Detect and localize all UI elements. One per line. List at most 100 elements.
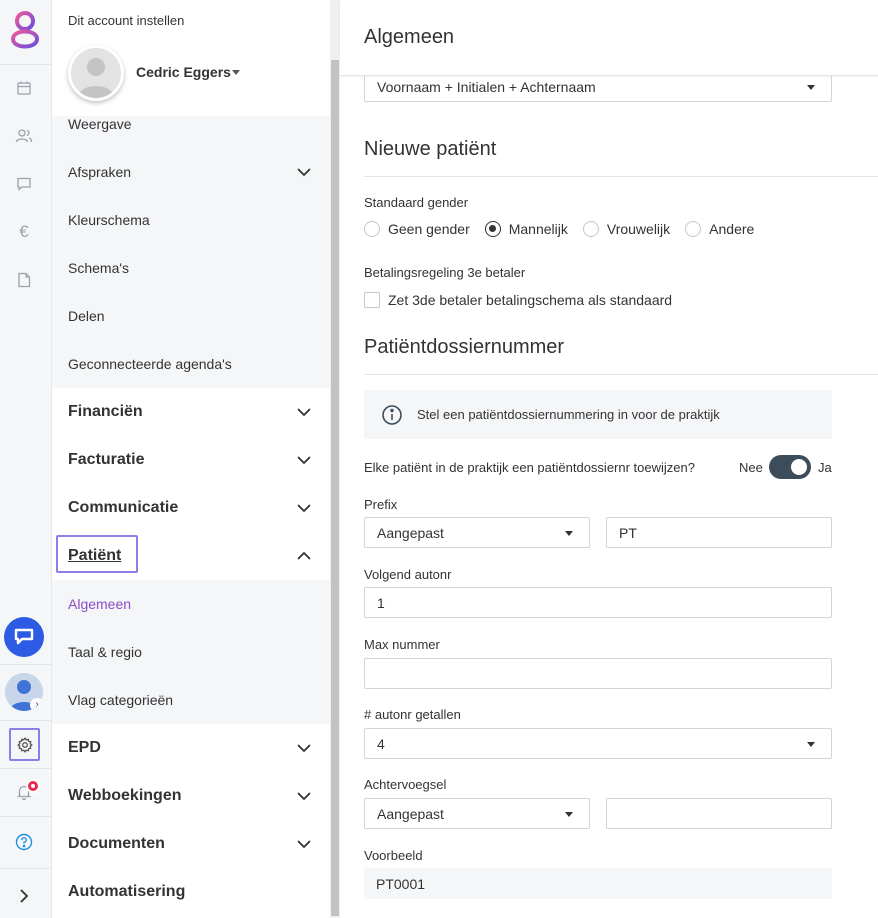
menu-item-delen[interactable]: Delen (52, 292, 330, 340)
suffix-type-select[interactable]: Aangepast (364, 798, 590, 829)
profile-avatar[interactable] (68, 45, 124, 101)
menu-item-vlag-categorieen[interactable]: Vlag categorieën (52, 676, 330, 724)
document-icon[interactable] (12, 268, 36, 292)
users-icon[interactable] (12, 124, 36, 148)
chevron-down-icon (297, 456, 311, 465)
menu-item-taal-regio[interactable]: Taal & regio (52, 628, 330, 676)
section-title-dossier: Patiëntdossiernummer (364, 336, 565, 358)
chevron-down-icon (297, 744, 311, 753)
gender-radio-group: Geen gender Mannelijk Vrouwelijk Andere (364, 221, 769, 237)
payment-label: Betalingsregeling 3e betaler (364, 265, 526, 280)
account-header: Dit account instellen Cedric Eggers (52, 0, 330, 116)
caret-down-icon (565, 812, 573, 817)
gear-icon (16, 736, 33, 753)
chat-icon[interactable] (12, 172, 36, 196)
info-text: Stel een patiëntdossiernummering in voor… (417, 407, 720, 422)
app-logo[interactable] (8, 9, 42, 51)
prefix-type-select[interactable]: Aangepast (364, 517, 590, 548)
menu-scrollbar[interactable] (330, 0, 340, 918)
menu-item-label: Documenten (68, 835, 165, 852)
chevron-down-icon (297, 408, 311, 417)
help-icon[interactable] (12, 830, 36, 854)
example-value: PT0001 (364, 868, 832, 899)
menu-item-label: Delen (68, 308, 105, 324)
third-payer-checkbox[interactable]: Zet 3de betaler betalingschema als stand… (364, 292, 672, 308)
next-number-label: Volgend autonr (364, 567, 452, 582)
caret-down-icon (807, 85, 815, 90)
calendar-icon[interactable] (12, 76, 36, 100)
menu-item-communicatie[interactable]: Communicatie (52, 484, 330, 532)
menu-item-epd[interactable]: EPD (52, 724, 330, 772)
chevron-down-icon (297, 168, 311, 177)
info-icon (382, 404, 402, 425)
menu-item-facturatie[interactable]: Facturatie (52, 436, 330, 484)
gender-label: Standaard gender (364, 195, 469, 210)
toggle-off-label: Nee (739, 460, 763, 475)
chevron-down-icon (297, 504, 311, 513)
settings-menu: Weergave Afspraken Kleurschema Schema's Dele… (52, 0, 330, 918)
account-settings-label: Dit account instellen (68, 13, 185, 28)
name-format-select[interactable]: Voornaam + Initialen + Achternaam (364, 72, 832, 102)
menu-item-geconnecteerde-agenda-s[interactable]: Geconnecteerde agenda's (52, 340, 330, 388)
menu-item-afspraken[interactable]: Afspraken (52, 148, 330, 196)
caret-down-icon (807, 742, 815, 747)
menu-item-label: Taal & regio (68, 644, 142, 660)
chevron-down-icon (297, 792, 311, 801)
main-content: Algemeen Voornaam + Initialen + Achterna… (340, 0, 878, 918)
suffix-input[interactable] (606, 798, 832, 829)
digits-select[interactable]: 4 (364, 728, 832, 759)
menu-item-automatisering[interactable]: Automatisering (52, 868, 330, 916)
suffix-label: Achtervoegsel (364, 777, 447, 792)
menu-item-webboekingen[interactable]: Webboekingen (52, 772, 330, 820)
user-avatar[interactable]: › (5, 673, 43, 711)
menu-item-label: Algemeen (68, 596, 132, 612)
radio-vrouwelijk[interactable]: Vrouwelijk (582, 221, 670, 237)
example-label: Voorbeeld (364, 848, 423, 863)
radio-geen-gender[interactable]: Geen gender (364, 221, 470, 237)
selected-section-highlight (56, 535, 138, 573)
settings-button[interactable] (9, 728, 40, 761)
assign-question: Elke patiënt in de praktijk een patiëntd… (364, 460, 695, 475)
page-header: Algemeen (340, 0, 878, 76)
menu-item-label: Automatisering (68, 883, 186, 900)
chevron-down-icon (297, 840, 311, 849)
max-number-input[interactable] (364, 658, 832, 689)
notification-badge (26, 779, 40, 793)
digits-label: # autonr getallen (364, 707, 461, 722)
icon-rail: € › (0, 0, 52, 918)
next-number-input[interactable]: 1 (364, 587, 832, 618)
menu-item-label: Kleurschema (68, 212, 150, 228)
menu-item-label: Financiën (68, 403, 143, 420)
assign-dossier-toggle[interactable] (769, 455, 811, 479)
menu-item-documenten[interactable]: Documenten (52, 820, 330, 868)
chevron-up-icon (297, 551, 311, 560)
menu-item-kleurschema[interactable]: Kleurschema (52, 196, 330, 244)
menu-item-label: Schema's (68, 260, 130, 276)
menu-item-label: Webboekingen (68, 787, 182, 804)
menu-item-label: Weergave (68, 116, 132, 132)
user-name[interactable]: Cedric Eggers (136, 64, 231, 80)
support-chat-button[interactable] (4, 617, 44, 657)
radio-andere[interactable]: Andere (685, 221, 754, 237)
menu-item-schema-s[interactable]: Schema's (52, 244, 330, 292)
page-title: Algemeen (364, 26, 455, 48)
info-banner: Stel een patiëntdossiernummering in voor… (364, 390, 832, 439)
menu-item-financien[interactable]: Financiën (52, 388, 330, 436)
caret-down-icon (565, 531, 573, 536)
euro-icon[interactable]: € (12, 220, 36, 244)
menu-item-algemeen[interactable]: Algemeen (52, 580, 330, 628)
toggle-on-label: Ja (818, 460, 832, 475)
max-number-label: Max nummer (364, 637, 440, 652)
caret-down-icon[interactable] (232, 70, 240, 75)
expand-rail-icon[interactable] (12, 884, 36, 908)
chevron-right-icon: › (30, 698, 43, 711)
menu-item-label: Vlag categorieën (68, 692, 174, 708)
name-format-value: Voornaam + Initialen + Achternaam (377, 78, 596, 95)
section-title-new-patient: Nieuwe patiënt (364, 138, 497, 160)
menu-item-label: Afspraken (68, 164, 132, 180)
menu-item-label: Communicatie (68, 499, 179, 516)
prefix-input[interactable]: PT (606, 517, 832, 548)
radio-mannelijk[interactable]: Mannelijk (484, 221, 568, 237)
prefix-label: Prefix (364, 497, 398, 512)
menu-item-label: EPD (68, 739, 101, 756)
